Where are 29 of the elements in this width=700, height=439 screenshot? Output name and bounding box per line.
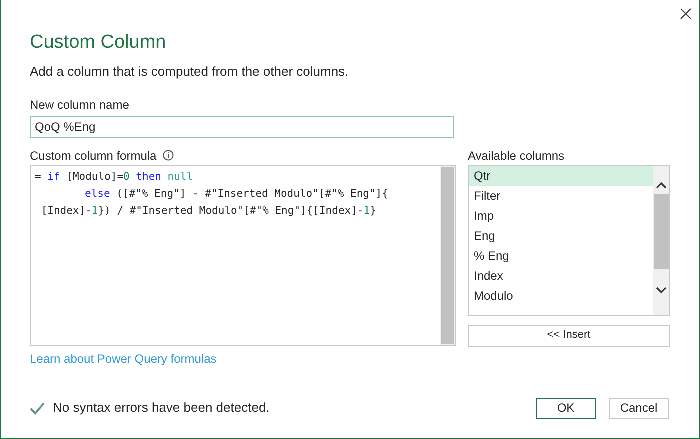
field-label: Custom column formula	[30, 148, 157, 164]
field-label: New column name	[30, 96, 130, 114]
column-list-item[interactable]: Modulo	[469, 286, 653, 306]
scrollbar[interactable]	[440, 166, 455, 344]
column-name-field[interactable]: QoQ %Eng	[30, 116, 454, 138]
status-message: No syntax errors have been detected.	[53, 399, 270, 418]
checkmark-icon	[30, 402, 45, 414]
insert-button[interactable]: << Insert	[468, 324, 670, 346]
list-label: Available columns	[468, 148, 564, 164]
column-list-item[interactable]: % Eng	[469, 246, 653, 266]
dialog-description: Add a column that is computed from the other columns.	[30, 63, 349, 81]
column-list-item[interactable]: Imp	[469, 206, 653, 226]
column-list[interactable]: Qtr Filter Imp Eng % Eng Index Modulo	[468, 164, 670, 316]
dialog-title: Custom Column	[30, 31, 166, 55]
column-list-item[interactable]: Index	[469, 266, 653, 286]
close-icon[interactable]	[680, 8, 692, 20]
scroll-down-icon[interactable]	[656, 286, 666, 294]
code-line: else ([#"% Eng"] - #"Inserted Modulo"[#"% Eng"]{	[84, 186, 388, 202]
code-line: = if [Modulo]=0 then null	[35, 170, 194, 184]
scrollbar[interactable]	[653, 166, 669, 314]
info-icon[interactable]	[162, 150, 174, 161]
code-line: [Index]-1}) / #"Inserted Modulo"[#"% Eng"]{[Index]-1}	[40, 204, 376, 218]
formula-editor[interactable]: = if [Modulo]=0 then null else ([#"% Eng"] - #"Inserted Modulo"[#"% Eng"]{ [Index]-1}) / #"Inserted Modulo"[#"% Eng"]{[Index]-1}	[30, 164, 456, 346]
column-list-item[interactable]: Filter	[469, 186, 653, 206]
column-list-item[interactable]: Qtr	[469, 166, 653, 186]
scroll-up-icon[interactable]	[656, 182, 666, 188]
ok-button[interactable]: OK	[536, 398, 596, 418]
column-list-item[interactable]: Eng	[469, 226, 653, 246]
cancel-button[interactable]: Cancel	[609, 398, 669, 418]
